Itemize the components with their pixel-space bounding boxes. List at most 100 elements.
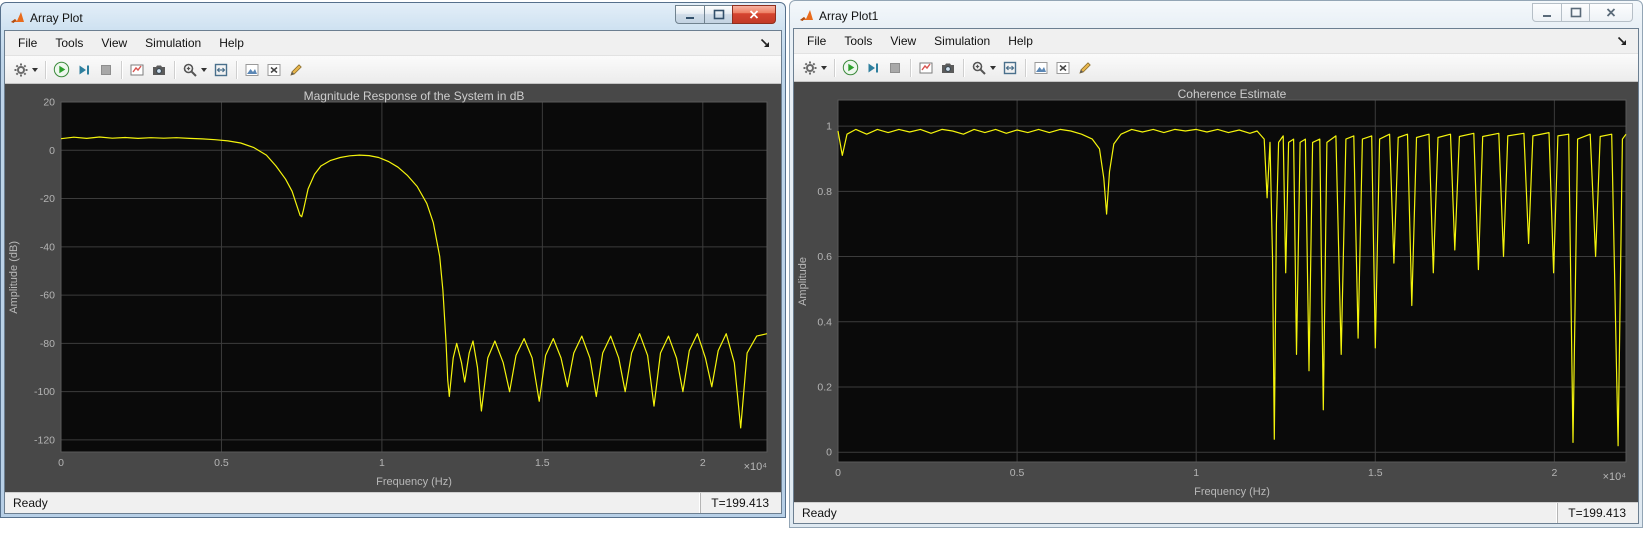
menu-tools[interactable]: Tools (835, 29, 881, 53)
toolbar (794, 54, 1638, 82)
window-title: Array Plot (30, 11, 83, 25)
svg-text:-60: -60 (40, 290, 55, 302)
simulation-time: T=199.413 (1557, 503, 1638, 523)
menu-help[interactable]: Help (999, 29, 1042, 53)
y-axis-label-wrap: Amplitude (797, 100, 809, 462)
settings-button[interactable] (10, 59, 41, 81)
menubar: File Tools View Simulation Help (794, 29, 1638, 54)
camera-snapshot-button[interactable] (148, 59, 170, 81)
svg-text:0.8: 0.8 (817, 186, 832, 198)
settings-button[interactable] (799, 57, 830, 79)
plot-title: Magnitude Response of the System in dB (303, 89, 525, 103)
menu-tools[interactable]: Tools (46, 31, 92, 55)
x-axis-limits-button[interactable] (1052, 57, 1074, 79)
svg-text:1.5: 1.5 (1368, 467, 1383, 479)
toolbar (5, 56, 781, 84)
svg-text:1: 1 (826, 121, 832, 133)
menu-simulation[interactable]: Simulation (925, 29, 999, 53)
titlebar[interactable]: Array Plot (4, 5, 782, 30)
statusbar: Ready T=199.413 (5, 492, 781, 513)
coherence-estimate-plot[interactable]: 0 0.5 1 1.5 2 0 0.2 0.4 0.6 0.8 1 (794, 82, 1638, 502)
svg-text:0.5: 0.5 (1010, 467, 1025, 479)
fit-to-view-button[interactable] (210, 59, 232, 81)
svg-text:0.4: 0.4 (817, 316, 832, 328)
scale-y-axis-button[interactable] (241, 59, 263, 81)
svg-text:-40: -40 (40, 241, 55, 253)
toolbar-separator (236, 60, 237, 79)
y-axis-label-wrap: Amplitude (dB) (8, 102, 20, 452)
matlab-scope-icon (10, 11, 25, 25)
toolbar-separator (963, 58, 964, 77)
dropdown-arrow-icon (990, 65, 996, 70)
scale-y-axis-button[interactable] (1030, 57, 1052, 79)
plot-panel: 0 0.5 1 1.5 2 20 0 -20 -40 -60 -80 -100 -120 Magnitu… (5, 84, 781, 492)
maximize-button[interactable] (1561, 3, 1590, 22)
svg-text:2: 2 (1551, 467, 1557, 479)
menu-view[interactable]: View (92, 31, 136, 55)
svg-text:1.5: 1.5 (535, 457, 550, 469)
svg-text:0.5: 0.5 (214, 457, 229, 469)
toolbar-separator (121, 60, 122, 79)
simulink-snapshot-button[interactable] (915, 57, 937, 79)
status-text: Ready (802, 506, 837, 520)
menubar-overflow-arrow-icon[interactable] (1616, 35, 1628, 47)
x-axis-label: Frequency (Hz) (376, 476, 452, 488)
svg-text:-120: -120 (34, 434, 55, 446)
minimize-button[interactable] (675, 5, 705, 24)
simulink-snapshot-button[interactable] (126, 59, 148, 81)
svg-text:0: 0 (835, 467, 841, 479)
x-axis-exponent: ×10⁴ (1602, 471, 1626, 483)
magnitude-response-plot[interactable]: 0 0.5 1 1.5 2 20 0 -20 -40 -60 -80 -100 -120 (5, 84, 781, 492)
minimize-button[interactable] (1532, 3, 1562, 22)
stop-button[interactable] (95, 59, 117, 81)
dropdown-arrow-icon (201, 67, 207, 72)
window-controls (1532, 3, 1633, 22)
toolbar-separator (910, 58, 911, 77)
menu-file[interactable]: File (9, 31, 46, 55)
titlebar[interactable]: Array Plot1 (793, 3, 1639, 28)
window-title: Array Plot1 (819, 9, 879, 23)
measurements-button[interactable] (1074, 57, 1096, 79)
close-button[interactable] (732, 5, 776, 24)
svg-text:0.6: 0.6 (817, 251, 832, 263)
svg-text:1: 1 (1193, 467, 1199, 479)
y-axis-label: Amplitude (797, 256, 809, 306)
stop-button[interactable] (884, 57, 906, 79)
svg-text:0: 0 (49, 145, 55, 157)
menu-help[interactable]: Help (210, 31, 253, 55)
x-axis-exponent: ×10⁴ (743, 461, 767, 473)
fit-to-view-button[interactable] (999, 57, 1021, 79)
svg-text:-100: -100 (34, 386, 55, 398)
zoom-in-button[interactable] (179, 59, 210, 81)
toolbar-separator (45, 60, 46, 79)
x-axis-limits-button[interactable] (263, 59, 285, 81)
matlab-scope-icon (799, 9, 814, 23)
camera-snapshot-button[interactable] (937, 57, 959, 79)
maximize-button[interactable] (704, 5, 733, 24)
plot-panel: 0 0.5 1 1.5 2 0 0.2 0.4 0.6 0.8 1 Coherence Estima… (794, 82, 1638, 502)
close-button[interactable] (1589, 3, 1633, 22)
step-forward-button[interactable] (73, 59, 95, 81)
menubar-overflow-arrow-icon[interactable] (759, 37, 771, 49)
simulation-time: T=199.413 (700, 493, 781, 513)
menu-view[interactable]: View (881, 29, 925, 53)
toolbar-separator (1025, 58, 1026, 77)
client-area: File Tools View Simulation Help 0 0.5 1 … (793, 28, 1639, 524)
menubar: File Tools View Simulation Help (5, 31, 781, 56)
dropdown-arrow-icon (821, 65, 827, 70)
svg-text:1: 1 (379, 457, 385, 469)
statusbar: Ready T=199.413 (794, 502, 1638, 523)
svg-text:2: 2 (700, 457, 706, 469)
svg-text:20: 20 (43, 97, 55, 109)
window-array-plot: Array Plot File Tools View Simulation He… (0, 2, 786, 518)
dropdown-arrow-icon (32, 67, 38, 72)
run-button[interactable] (50, 59, 73, 81)
zoom-in-button[interactable] (968, 57, 999, 79)
status-text: Ready (13, 496, 48, 510)
run-button[interactable] (839, 57, 862, 79)
desktop: Array Plot File Tools View Simulation He… (0, 0, 1643, 552)
step-forward-button[interactable] (862, 57, 884, 79)
menu-file[interactable]: File (798, 29, 835, 53)
menu-simulation[interactable]: Simulation (136, 31, 210, 55)
measurements-button[interactable] (285, 59, 307, 81)
